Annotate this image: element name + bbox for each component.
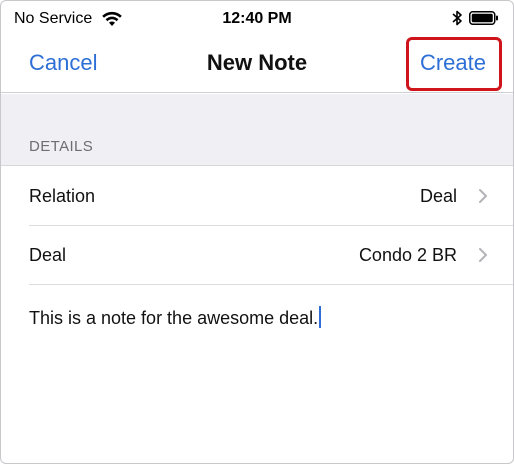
chevron-right-icon [479, 189, 487, 203]
chevron-right-icon [479, 248, 487, 262]
status-time: 12:40 PM [222, 10, 292, 27]
row-divider [29, 284, 513, 285]
app-window: No Service 12:40 PM Cancel New Note Crea… [0, 0, 514, 464]
bluetooth-icon [452, 10, 462, 26]
deal-label: Deal [29, 245, 67, 265]
relation-row[interactable]: Relation Deal [1, 167, 513, 226]
relation-label: Relation [29, 186, 96, 206]
status-bar: No Service 12:40 PM [1, 1, 513, 37]
section-header-details: DETAILS [29, 138, 94, 155]
status-right [451, 9, 499, 27]
cancel-button[interactable]: Cancel [29, 50, 97, 76]
create-button[interactable]: Create [420, 50, 486, 76]
navigation-bar: Cancel New Note Create [1, 37, 513, 93]
note-text: This is a note for the awesome deal. [29, 308, 319, 328]
battery-icon [469, 11, 498, 25]
deal-row[interactable]: Deal Condo 2 BR [1, 226, 513, 285]
section-background [1, 94, 513, 166]
text-cursor [319, 306, 322, 328]
relation-value: Deal [419, 186, 457, 206]
note-text-area[interactable]: This is a note for the awesome deal. [29, 306, 489, 329]
deal-value: Condo 2 BR [358, 245, 457, 265]
